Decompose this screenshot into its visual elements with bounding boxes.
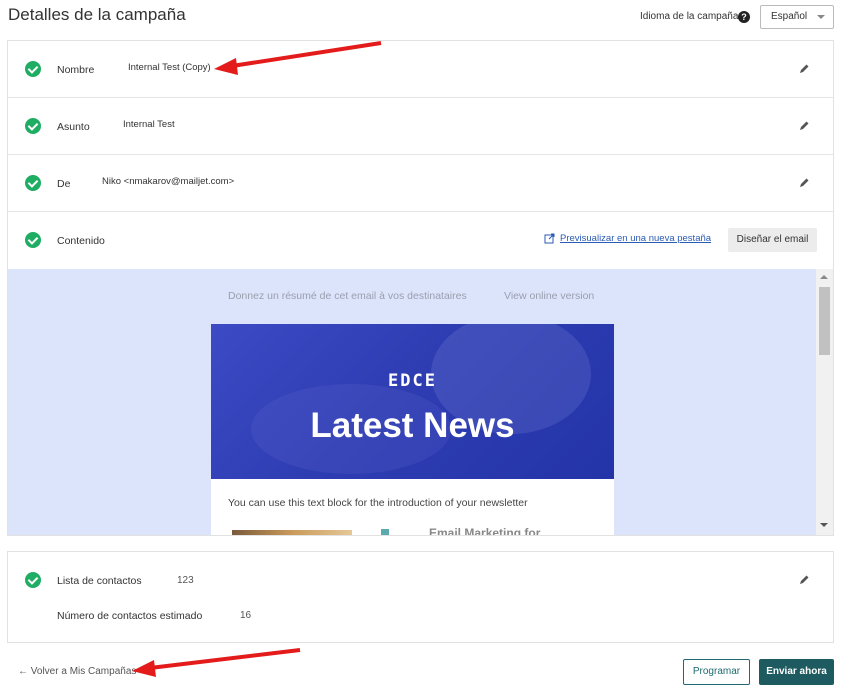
pencil-icon[interactable] bbox=[798, 63, 810, 75]
scroll-thumb[interactable] bbox=[819, 287, 830, 355]
back-link-label: Volver a Mis Campañas bbox=[30, 666, 137, 677]
estimated-contacts-label: Número de contactos estimado bbox=[57, 610, 203, 622]
row-from-label: De bbox=[57, 178, 71, 190]
estimated-contacts-value: 16 bbox=[240, 610, 252, 621]
question-circle-icon[interactable]: ? bbox=[738, 11, 750, 23]
preview-scrollbar[interactable] bbox=[816, 269, 833, 535]
view-online-link[interactable]: View online version bbox=[504, 290, 594, 302]
row-from: De Niko <nmakarov@mailjet.com> bbox=[8, 155, 833, 212]
intro-text: You can use this text block for the intr… bbox=[228, 497, 528, 509]
row-name-label: Nombre bbox=[57, 64, 95, 76]
language-select-value: Español bbox=[771, 11, 808, 22]
article-heading: Email Marketing for bbox=[429, 526, 541, 535]
schedule-button[interactable]: Programar bbox=[683, 659, 750, 685]
send-now-button[interactable]: Enviar ahora bbox=[759, 659, 834, 685]
campaign-language-label: Idioma de la campaña bbox=[640, 11, 739, 22]
check-circle-icon bbox=[25, 572, 41, 588]
preview-new-tab-link[interactable]: Previsualizar en una nueva pestaña bbox=[560, 233, 711, 244]
external-preview-icon[interactable] bbox=[544, 233, 555, 244]
article-thumbnail bbox=[232, 530, 352, 535]
row-from-value: Niko <nmakarov@mailjet.com> bbox=[102, 176, 235, 187]
contacts-panel: Lista de contactos 123 Número de contact… bbox=[7, 551, 834, 643]
page-title: Detalles de la campaña bbox=[8, 5, 186, 24]
row-content: Contenido Previsualizar en una nueva pes… bbox=[8, 212, 833, 269]
row-subject-label: Asunto bbox=[57, 121, 90, 133]
email-preview[interactable]: Donnez un résumé de cet email à vos dest… bbox=[8, 269, 816, 535]
check-circle-icon bbox=[25, 175, 41, 191]
contact-list-label: Lista de contactos bbox=[57, 575, 142, 587]
back-to-campaigns-link[interactable]: ← Volver a Mis Campañas bbox=[18, 666, 136, 677]
contact-list-value: 123 bbox=[177, 575, 194, 586]
chevron-down-icon bbox=[817, 15, 825, 19]
row-name: Nombre Internal Test (Copy) bbox=[8, 41, 833, 98]
email-body: You can use this text block for the intr… bbox=[211, 479, 614, 535]
pencil-icon[interactable] bbox=[798, 120, 810, 132]
design-email-button[interactable]: Diseñar el email bbox=[728, 228, 817, 252]
scroll-down-arrow-icon[interactable] bbox=[820, 523, 828, 527]
row-subject-value: Internal Test bbox=[123, 119, 175, 130]
row-name-value: Internal Test (Copy) bbox=[128, 62, 211, 73]
pencil-icon[interactable] bbox=[798, 177, 810, 189]
campaign-details-panel: Nombre Internal Test (Copy) Asunto Inter… bbox=[7, 40, 834, 536]
preheader-text: Donnez un résumé de cet email à vos dest… bbox=[228, 290, 467, 302]
brand-logo: EDCE bbox=[388, 371, 437, 391]
check-circle-icon bbox=[25, 232, 41, 248]
annotation-arrow-back-link bbox=[132, 648, 301, 677]
hero-title: Latest News bbox=[310, 406, 515, 445]
row-subject: Asunto Internal Test bbox=[8, 98, 833, 155]
check-circle-icon bbox=[25, 61, 41, 77]
row-content-label: Contenido bbox=[57, 235, 105, 247]
scroll-up-arrow-icon[interactable] bbox=[820, 275, 828, 279]
hero-banner: EDCE Latest News bbox=[211, 324, 614, 479]
check-circle-icon bbox=[25, 118, 41, 134]
arrow-left-icon: ← bbox=[18, 666, 31, 677]
pencil-icon[interactable] bbox=[798, 574, 810, 586]
article-icon bbox=[381, 529, 389, 535]
language-select[interactable]: Español bbox=[760, 5, 834, 29]
